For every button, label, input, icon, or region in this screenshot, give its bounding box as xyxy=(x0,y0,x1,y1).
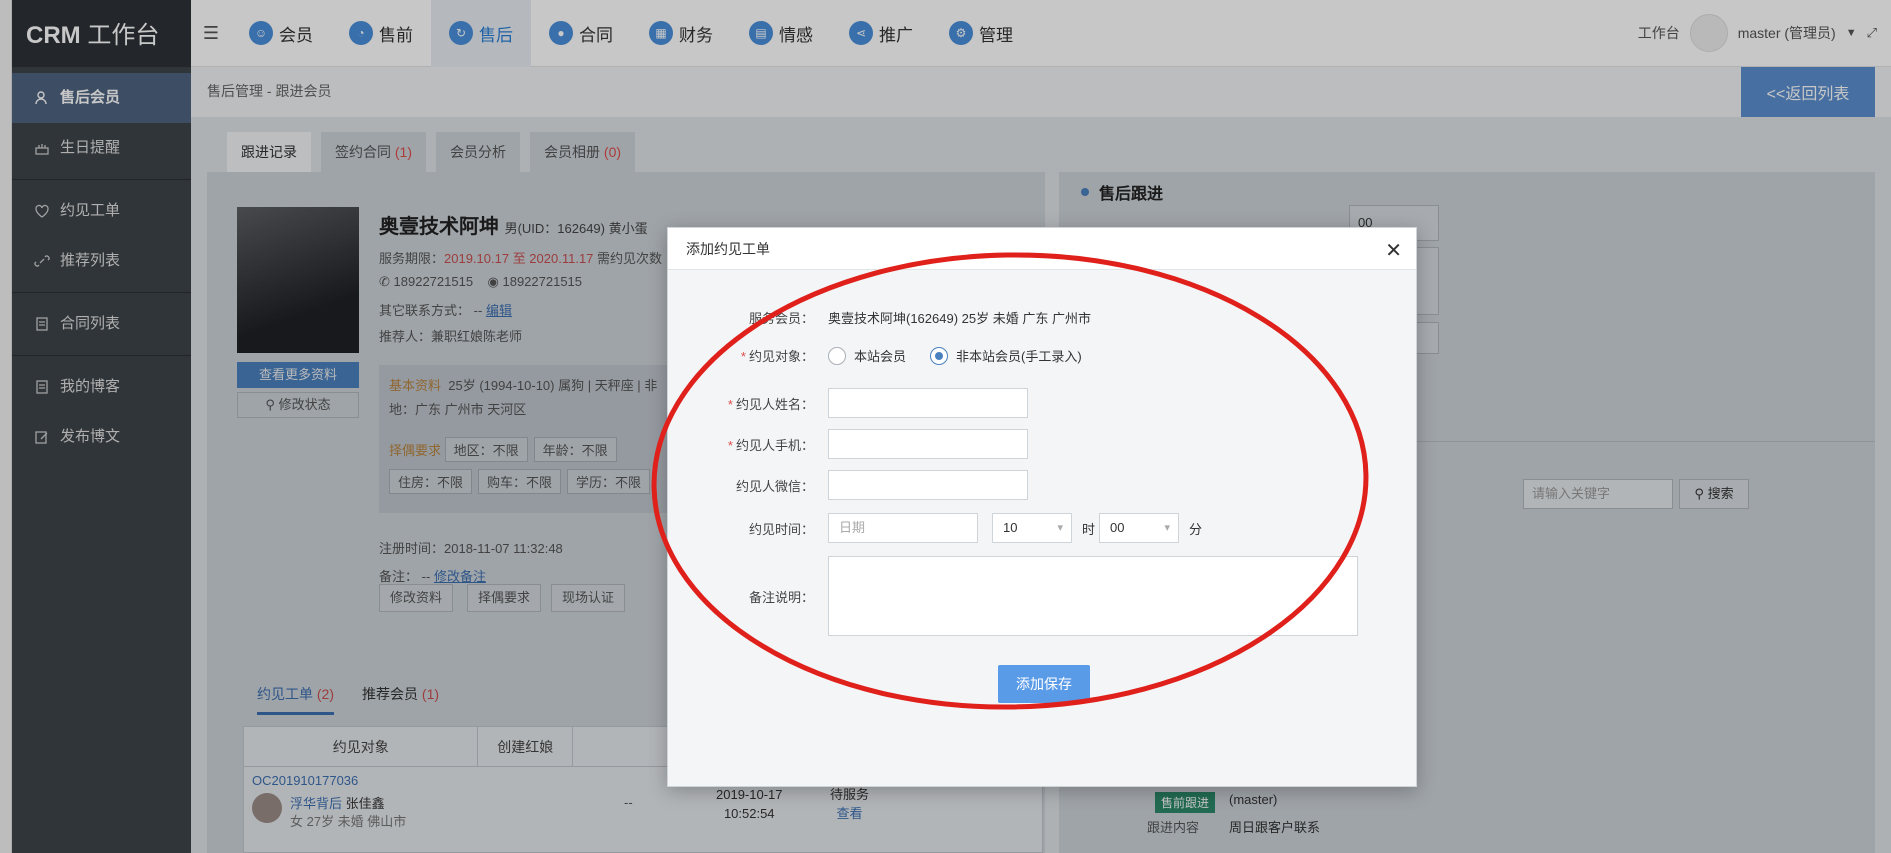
annotation-ellipse xyxy=(651,252,1369,710)
close-icon[interactable]: ✕ xyxy=(1385,238,1402,263)
